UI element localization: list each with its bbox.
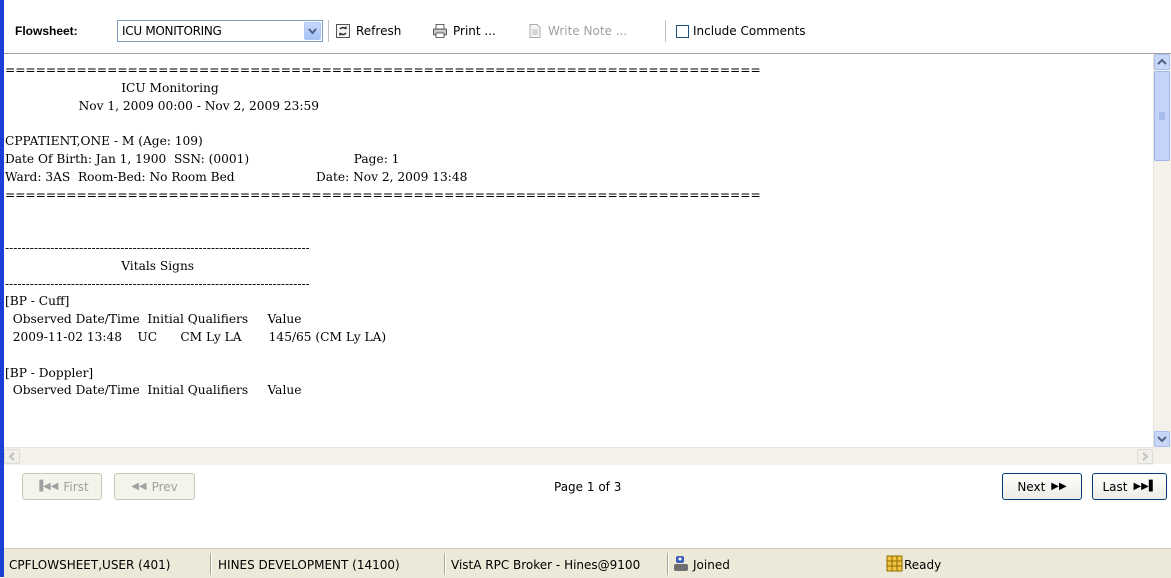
report-text: ========================================… — [5, 62, 761, 400]
report-line: [BP - Doppler] — [5, 365, 94, 380]
flowsheet-select[interactable]: ICU MONITORING — [117, 20, 323, 42]
last-page-button[interactable]: Last ▶▶▌ — [1092, 473, 1167, 500]
status-broker: VistA RPC Broker - Hines@9100 — [451, 558, 641, 572]
flowsheet-label: Flowsheet: — [15, 24, 78, 38]
write-note-button[interactable]: Write Note ... — [527, 20, 627, 42]
first-label: First — [63, 479, 89, 494]
checkbox-box[interactable] — [676, 24, 689, 38]
vertical-scrollbar[interactable] — [1153, 54, 1171, 447]
next-icon: ▶▶ — [1051, 481, 1067, 492]
prev-label: Prev — [151, 479, 178, 494]
status-state: Ready — [904, 558, 942, 572]
scroll-thumb[interactable] — [1154, 71, 1170, 161]
pager: ▐◀◀ First ◀◀ Prev Page 1 of 3 Next ▶▶ La… — [4, 470, 1171, 504]
report-line: CPPATIENT,ONE - M (Age: 109) — [5, 134, 203, 149]
printer-icon — [432, 23, 448, 39]
toolbar-separator — [665, 20, 666, 42]
chevron-down-icon[interactable] — [304, 22, 321, 40]
report-line: ========================================… — [5, 187, 761, 202]
note-icon — [527, 23, 543, 39]
connection-icon — [673, 555, 689, 575]
report-line: 2009-11-02 13:48 UC CM Ly LA 145/65 (CM … — [5, 329, 387, 344]
ready-icon — [886, 555, 903, 575]
status-separator — [210, 553, 212, 575]
status-bar: CPFLOWSHEET,USER (401) HINES DEVELOPMENT… — [4, 548, 1171, 578]
horizontal-scrollbar[interactable] — [4, 447, 1154, 465]
status-user: CPFLOWSHEET,USER (401) — [9, 558, 171, 572]
page-indicator: Page 1 of 3 — [554, 480, 622, 494]
report-line: [BP - Cuff] — [5, 294, 70, 309]
status-division: HINES DEVELOPMENT (14100) — [218, 558, 400, 572]
refresh-icon — [335, 23, 351, 39]
last-label: Last — [1102, 479, 1128, 494]
refresh-button[interactable]: Refresh — [335, 20, 401, 42]
next-label: Next — [1017, 479, 1046, 494]
report-line: ICU Monitoring — [5, 80, 219, 95]
report-line: Observed Date/Time Initial Qualifiers Va… — [5, 383, 302, 398]
report-line: Date Of Birth: Jan 1, 1900 SSN: (0001) P… — [5, 151, 400, 166]
report-line: Vitals Signs — [5, 258, 195, 273]
print-button[interactable]: Print ... — [432, 20, 496, 42]
next-page-button[interactable]: Next ▶▶ — [1002, 473, 1082, 500]
scrollbar-corner — [1154, 447, 1171, 464]
scroll-up-button[interactable] — [1154, 54, 1170, 70]
toolbar-separator — [328, 20, 329, 42]
last-icon: ▶▶▌ — [1133, 481, 1157, 492]
report-line: Observed Date/Time Initial Qualifiers Va… — [5, 312, 302, 327]
first-page-button[interactable]: ▐◀◀ First — [22, 473, 102, 500]
print-label: Print ... — [453, 24, 496, 38]
flowsheet-select-value: ICU MONITORING — [122, 24, 222, 38]
scroll-left-button[interactable] — [4, 449, 20, 464]
prev-icon: ◀◀ — [131, 481, 147, 492]
first-icon: ▐◀◀ — [35, 481, 59, 492]
include-comments-label: Include Comments — [693, 24, 806, 38]
status-separator — [444, 553, 446, 575]
report-line: ----------------------------------------… — [5, 240, 310, 255]
prev-page-button[interactable]: ◀◀ Prev — [114, 473, 195, 500]
toolbar: Flowsheet: ICU MONITORING Refresh Print … — [4, 0, 1171, 44]
report-line: ----------------------------------------… — [5, 276, 310, 291]
write-note-label: Write Note ... — [548, 24, 628, 38]
status-connection: Joined — [693, 558, 730, 572]
scroll-down-button[interactable] — [1154, 431, 1170, 447]
report-line: Nov 1, 2009 00:00 - Nov 2, 2009 23:59 — [5, 98, 320, 113]
status-separator — [667, 553, 669, 575]
report-line: Ward: 3AS Room-Bed: No Room Bed Date: No… — [5, 169, 468, 184]
report-line: ========================================… — [5, 63, 761, 77]
refresh-label: Refresh — [356, 24, 402, 38]
report-viewer[interactable]: ========================================… — [4, 53, 1171, 465]
include-comments-checkbox[interactable]: Include Comments — [676, 20, 806, 42]
scroll-right-button[interactable] — [1137, 449, 1153, 464]
window-left-edge — [0, 0, 4, 577]
